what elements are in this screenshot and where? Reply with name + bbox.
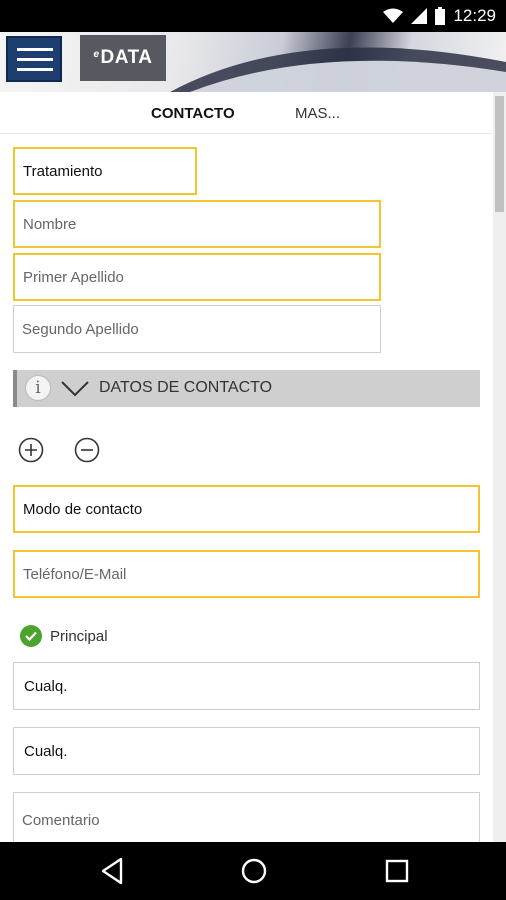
app-logo: e DATA xyxy=(80,35,166,81)
cualq-value-2: Cualq. xyxy=(24,742,68,760)
home-icon[interactable] xyxy=(239,856,269,886)
scrollbar[interactable] xyxy=(493,92,506,842)
nombre-placeholder: Nombre xyxy=(23,215,77,233)
info-icon[interactable]: i xyxy=(25,375,51,401)
menu-bar-icon xyxy=(17,58,53,61)
comentario-input[interactable]: Comentario xyxy=(13,792,480,842)
datos-contacto-section-header[interactable]: i DATOS DE CONTACTO xyxy=(13,370,480,407)
tratamiento-select[interactable]: Tratamiento xyxy=(13,147,197,195)
form-content[interactable]: CONTACTO MAS... Tratamiento Nombre Prime… xyxy=(0,92,506,842)
recents-icon[interactable] xyxy=(384,856,410,886)
logo-prefix: e xyxy=(93,48,100,60)
principal-check-icon[interactable] xyxy=(20,625,42,647)
primer-apellido-placeholder: Primer Apellido xyxy=(23,268,124,286)
menu-bar-icon xyxy=(17,48,53,51)
back-icon[interactable] xyxy=(99,856,125,886)
comentario-placeholder: Comentario xyxy=(22,811,100,829)
modo-contacto-value: Modo de contacto xyxy=(23,500,143,518)
cualq-select-2[interactable]: Cualq. xyxy=(13,727,480,775)
app-bar: e DATA xyxy=(0,32,506,92)
primer-apellido-input[interactable]: Primer Apellido xyxy=(13,253,381,301)
segundo-apellido-input[interactable]: Segundo Apellido xyxy=(13,305,381,353)
cualq-select-1[interactable]: Cualq. xyxy=(13,662,480,710)
checkmark-icon xyxy=(25,631,37,642)
section-title: DATOS DE CONTACTO xyxy=(99,379,273,396)
tab-bar: CONTACTO MAS... xyxy=(0,92,492,134)
principal-label: Principal xyxy=(50,628,108,645)
signal-icon xyxy=(411,8,428,24)
menu-bar-icon xyxy=(17,68,53,71)
status-time: 12:29 xyxy=(453,6,496,25)
telefono-email-input[interactable]: Teléfono/E-Mail xyxy=(13,550,480,598)
logo-text: DATA xyxy=(100,47,153,68)
add-contact-icon[interactable] xyxy=(18,437,44,463)
status-icons: 12:29 xyxy=(383,4,496,28)
nombre-input[interactable]: Nombre xyxy=(13,200,381,248)
header-swoosh-graphic xyxy=(170,47,506,92)
tab-contacto[interactable]: CONTACTO xyxy=(151,105,235,122)
segundo-apellido-placeholder: Segundo Apellido xyxy=(22,320,139,338)
scrollbar-thumb[interactable] xyxy=(495,96,504,212)
tratamiento-value: Tratamiento xyxy=(23,162,103,180)
wifi-icon xyxy=(383,8,404,23)
chevron-down-icon xyxy=(61,381,89,397)
telefono-email-placeholder: Teléfono/E-Mail xyxy=(23,565,127,583)
cualq-value-1: Cualq. xyxy=(24,677,68,695)
system-nav-bar xyxy=(0,842,506,900)
hamburger-menu-button[interactable] xyxy=(6,36,62,82)
tab-mas[interactable]: MAS... xyxy=(295,105,340,122)
status-bar: 12:29 xyxy=(0,0,506,32)
remove-contact-icon[interactable] xyxy=(74,437,100,463)
modo-contacto-select[interactable]: Modo de contacto xyxy=(13,485,480,533)
battery-icon xyxy=(435,7,446,25)
